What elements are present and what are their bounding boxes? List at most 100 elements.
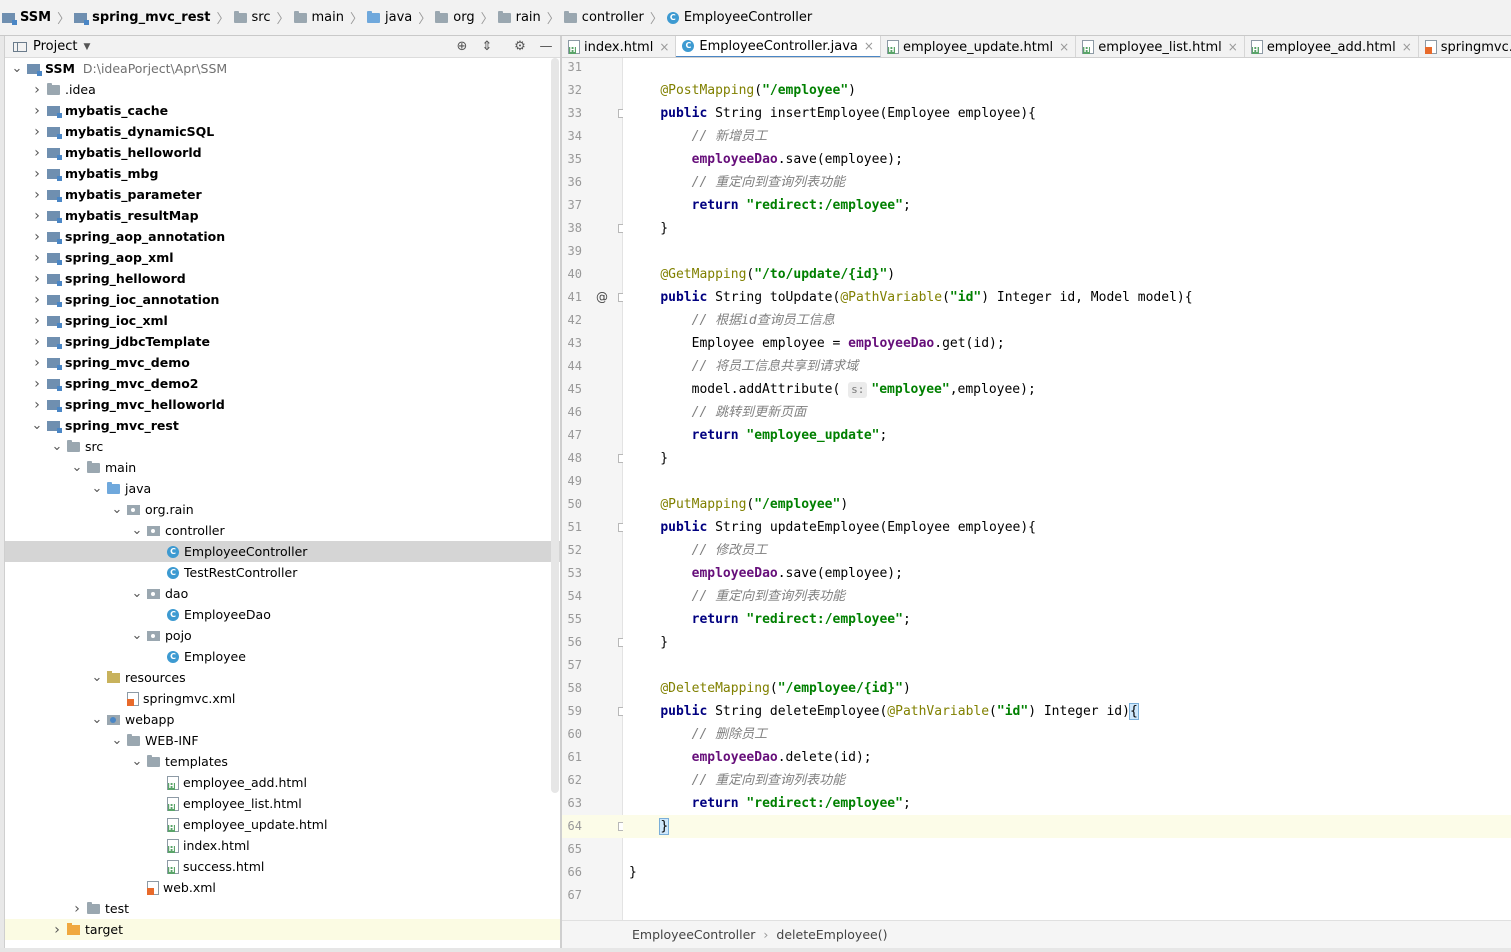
code-line[interactable]: @PutMapping("/employee") bbox=[623, 493, 1511, 516]
tree-item[interactable]: ⌄ main bbox=[5, 457, 560, 478]
code-line[interactable]: // 重定向到查询列表功能 bbox=[623, 585, 1511, 608]
code-line[interactable]: @GetMapping("/to/update/{id}") bbox=[623, 263, 1511, 286]
chevron-down-icon[interactable]: ⌄ bbox=[71, 461, 83, 474]
code-line[interactable]: @PostMapping("/employee") bbox=[623, 79, 1511, 102]
tree-item[interactable]: › mybatis_mbg bbox=[5, 163, 560, 184]
breadcrumb-method[interactable]: deleteEmployee() bbox=[776, 927, 887, 942]
code-line[interactable]: // 新增员工 bbox=[623, 125, 1511, 148]
close-icon[interactable]: × bbox=[1402, 40, 1412, 54]
tree-item[interactable]: ⌄ pojo bbox=[5, 625, 560, 646]
tree-item[interactable]: success.html bbox=[5, 856, 560, 877]
code-line[interactable]: public String updateEmployee(Employee em… bbox=[623, 516, 1511, 539]
breadcrumb-item[interactable]: spring_mvc_rest bbox=[74, 8, 210, 28]
tree-item[interactable]: ⌄ spring_mvc_rest bbox=[5, 415, 560, 436]
code-line[interactable]: // 根据id查询员工信息 bbox=[623, 309, 1511, 332]
code-line[interactable]: employeeDao.save(employee); bbox=[623, 148, 1511, 171]
code-line[interactable]: // 跳转到更新页面 bbox=[623, 401, 1511, 424]
chevron-down-icon[interactable]: ⌄ bbox=[111, 734, 123, 747]
tree-item[interactable]: ⌄ org.rain bbox=[5, 499, 560, 520]
tree-item[interactable]: › spring_jdbcTemplate bbox=[5, 331, 560, 352]
code-line[interactable]: model.addAttribute( s: "employee",employe… bbox=[623, 378, 1511, 401]
tree-item[interactable]: employee_add.html bbox=[5, 772, 560, 793]
chevron-right-icon[interactable]: › bbox=[31, 271, 43, 287]
project-view-selector[interactable]: Project bbox=[33, 39, 77, 54]
code-line[interactable]: // 将员工信息共享到请求域 bbox=[623, 355, 1511, 378]
breadcrumb-item[interactable]: rain bbox=[497, 8, 541, 28]
code-line[interactable]: public String deleteEmployee(@PathVariab… bbox=[623, 700, 1511, 723]
tree-item[interactable]: › spring_mvc_demo bbox=[5, 352, 560, 373]
editor-tab[interactable]: springmvc.xml× bbox=[1419, 36, 1511, 57]
chevron-right-icon[interactable]: › bbox=[31, 82, 43, 98]
code-line[interactable]: } bbox=[623, 217, 1511, 240]
editor-tab[interactable]: index.html × bbox=[562, 36, 677, 57]
code-line[interactable]: return "employee_update"; bbox=[623, 424, 1511, 447]
close-icon[interactable]: × bbox=[864, 39, 874, 53]
chevron-down-icon[interactable]: ⌄ bbox=[131, 587, 143, 600]
code-line[interactable]: } bbox=[623, 861, 1511, 884]
chevron-down-icon[interactable]: ⌄ bbox=[111, 503, 123, 516]
breadcrumb-item[interactable]: src bbox=[233, 8, 270, 28]
chevron-down-icon[interactable]: ⌄ bbox=[131, 755, 143, 768]
chevron-down-icon[interactable]: ⌄ bbox=[91, 671, 103, 684]
code-line[interactable]: return "redirect:/employee"; bbox=[623, 608, 1511, 631]
code-line[interactable]: public String toUpdate(@PathVariable("id… bbox=[623, 286, 1511, 309]
close-icon[interactable]: × bbox=[1059, 40, 1069, 54]
tree-item[interactable]: › spring_aop_annotation bbox=[5, 226, 560, 247]
code-line[interactable] bbox=[623, 470, 1511, 493]
tree-item[interactable]: › .idea bbox=[5, 79, 560, 100]
chevron-right-icon[interactable]: › bbox=[31, 187, 43, 203]
tree-item[interactable]: › spring_ioc_annotation bbox=[5, 289, 560, 310]
locate-icon[interactable]: ⊕ bbox=[454, 39, 470, 55]
tree-item[interactable]: EmployeeController bbox=[5, 541, 560, 562]
chevron-right-icon[interactable]: › bbox=[31, 355, 43, 371]
chevron-down-icon[interactable]: ⌄ bbox=[31, 419, 43, 432]
breadcrumb-item[interactable]: org bbox=[435, 8, 475, 28]
chevron-right-icon[interactable]: › bbox=[31, 313, 43, 329]
code-line[interactable]: @DeleteMapping("/employee/{id}") bbox=[623, 677, 1511, 700]
breadcrumb-item[interactable]: java bbox=[367, 8, 412, 28]
chevron-right-icon[interactable]: › bbox=[31, 292, 43, 308]
code-line[interactable]: public String insertEmployee(Employee em… bbox=[623, 102, 1511, 125]
project-tree[interactable]: ⌄ SSM D:\ideaPorject\Apr\SSM › .idea › mybatis… bbox=[5, 58, 560, 946]
chevron-right-icon[interactable]: › bbox=[31, 397, 43, 413]
code-line[interactable] bbox=[623, 240, 1511, 263]
tree-item[interactable]: EmployeeDao bbox=[5, 604, 560, 625]
chevron-right-icon[interactable]: › bbox=[71, 901, 83, 917]
collapse-all-icon[interactable]: ⇕ bbox=[479, 39, 495, 55]
code-line[interactable] bbox=[623, 838, 1511, 861]
close-icon[interactable]: × bbox=[659, 40, 669, 54]
breadcrumb-class[interactable]: EmployeeController bbox=[632, 927, 755, 942]
tree-item[interactable]: › mybatis_cache bbox=[5, 100, 560, 121]
tree-item[interactable]: ⌄ src bbox=[5, 436, 560, 457]
close-icon[interactable]: × bbox=[1228, 40, 1238, 54]
chevron-right-icon[interactable]: › bbox=[51, 922, 63, 938]
tree-item[interactable]: springmvc.xml bbox=[5, 688, 560, 709]
tree-item[interactable]: › test bbox=[5, 898, 560, 919]
chevron-down-icon[interactable]: ▼ bbox=[83, 42, 90, 52]
tree-item[interactable]: ⌄ dao bbox=[5, 583, 560, 604]
editor-tab[interactable]: employee_add.html × bbox=[1245, 36, 1419, 57]
chevron-down-icon[interactable]: ⌄ bbox=[131, 629, 143, 642]
chevron-right-icon[interactable]: › bbox=[31, 145, 43, 161]
tree-scrollbar[interactable] bbox=[551, 58, 559, 793]
tree-item[interactable]: › spring_mvc_demo2 bbox=[5, 373, 560, 394]
code-line[interactable]: Employee employee = employeeDao.get(id); bbox=[623, 332, 1511, 355]
chevron-right-icon[interactable]: › bbox=[31, 250, 43, 266]
code-line[interactable] bbox=[623, 654, 1511, 677]
tree-item[interactable]: web.xml bbox=[5, 877, 560, 898]
tree-item[interactable]: › mybatis_dynamicSQL bbox=[5, 121, 560, 142]
code-line[interactable]: } bbox=[623, 815, 1511, 838]
tree-item[interactable]: ⌄ webapp bbox=[5, 709, 560, 730]
code-line[interactable]: // 重定向到查询列表功能 bbox=[623, 171, 1511, 194]
chevron-right-icon[interactable]: › bbox=[31, 208, 43, 224]
tree-item[interactable]: index.html bbox=[5, 835, 560, 856]
tree-item[interactable]: › mybatis_parameter bbox=[5, 184, 560, 205]
breadcrumb-item[interactable]: SSM bbox=[2, 8, 51, 28]
breadcrumb-item[interactable]: EmployeeController bbox=[666, 8, 812, 28]
tree-item[interactable]: ⌄ java bbox=[5, 478, 560, 499]
code-line[interactable]: // 修改员工 bbox=[623, 539, 1511, 562]
chevron-down-icon[interactable]: ⌄ bbox=[51, 440, 63, 453]
chevron-down-icon[interactable]: ⌄ bbox=[91, 713, 103, 726]
chevron-right-icon[interactable]: › bbox=[31, 124, 43, 140]
breadcrumb-item[interactable]: controller bbox=[563, 8, 644, 28]
